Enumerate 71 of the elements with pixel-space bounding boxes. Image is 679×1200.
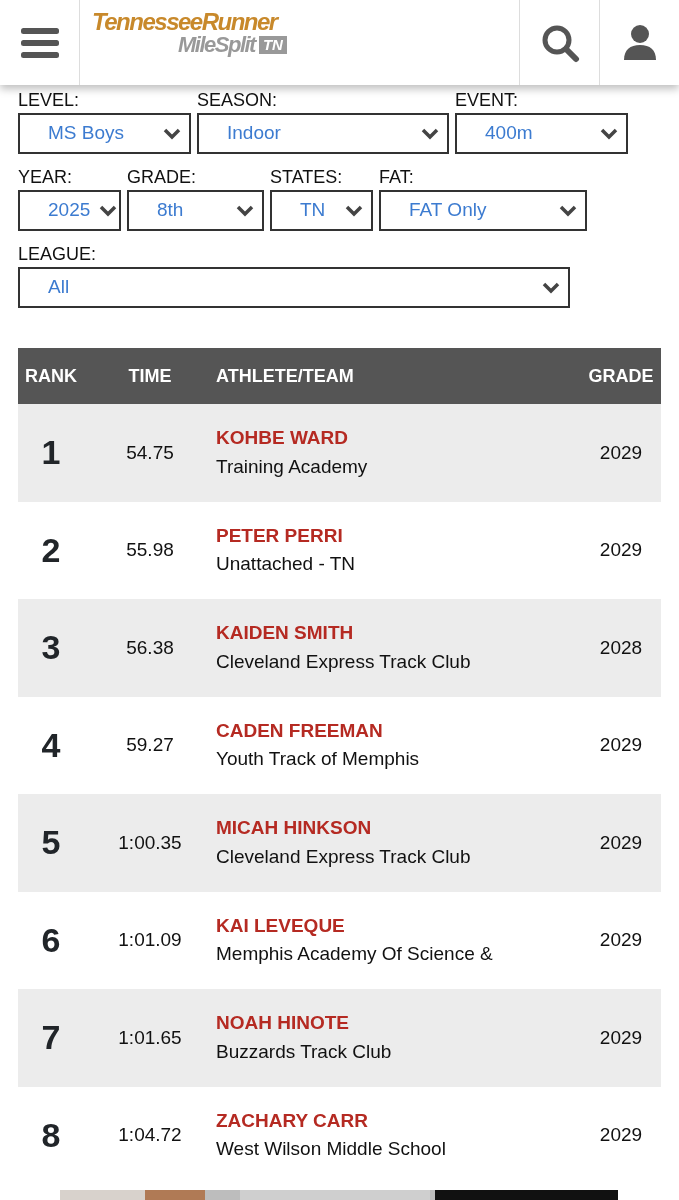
team-name: Cleveland Express Track Club xyxy=(216,650,471,672)
grade-cell: 2029 xyxy=(599,1124,643,1145)
athlete-link[interactable]: KAIDEN SMITH xyxy=(216,622,354,644)
time-cell: 59.27 xyxy=(126,734,174,755)
team-name: Unattached - TN xyxy=(216,553,356,575)
filter-select[interactable]: 400m xyxy=(455,113,628,154)
athlete-link[interactable]: MICAH HINKSON xyxy=(216,817,372,839)
chevron-icon xyxy=(421,127,439,140)
column-header: ATHLETE/TEAM xyxy=(216,365,354,386)
rank-cell: 2 xyxy=(41,530,61,569)
filter-select[interactable]: TN xyxy=(270,190,373,231)
grade-cell: 2029 xyxy=(599,539,643,560)
chevron-icon xyxy=(559,204,577,217)
time-cell: 1:01.09 xyxy=(118,929,182,950)
user-icon[interactable] xyxy=(622,23,657,62)
time-cell: 56.38 xyxy=(126,636,174,658)
time-cell: 1:00.35 xyxy=(118,831,182,853)
athlete-link[interactable]: PETER PERRI xyxy=(216,524,343,546)
time-cell: 1:01.65 xyxy=(118,1026,182,1048)
chevron-icon xyxy=(163,127,181,140)
rank-cell: 8 xyxy=(41,1115,61,1154)
filter-label: YEAR: xyxy=(18,167,73,187)
filter-select[interactable]: Indoor xyxy=(197,113,449,154)
rank-cell: 3 xyxy=(41,628,61,667)
team-name: Cleveland Express Track Club xyxy=(216,845,471,867)
rank-cell: 4 xyxy=(41,725,61,764)
rank-cell: 6 xyxy=(41,920,61,959)
athlete-link[interactable]: NOAH HINOTE xyxy=(216,1012,349,1034)
column-header: RANK xyxy=(25,365,77,386)
time-cell: 55.98 xyxy=(126,539,174,560)
time-cell: 1:04.72 xyxy=(118,1124,182,1145)
chevron-icon xyxy=(542,281,560,294)
filter-label: LEVEL: xyxy=(18,90,80,110)
column-header: TIME xyxy=(128,365,172,386)
athlete-link[interactable]: ZACHARY CARR xyxy=(216,1109,368,1131)
filter-label: FAT: xyxy=(379,167,414,187)
athlete-link[interactable]: KAI LEVEQUE xyxy=(216,914,345,936)
filter-select[interactable]: All xyxy=(18,267,570,308)
filter-label: LEAGUE: xyxy=(18,244,97,264)
filter-select[interactable]: MS Boys xyxy=(18,113,191,154)
team-name: West Wilson Middle School xyxy=(216,1138,446,1160)
grade-cell: 2029 xyxy=(599,734,643,755)
filter-label: SEASON: xyxy=(197,90,278,110)
site-logo[interactable]: TennesseeRunner MileSplit TN xyxy=(92,10,287,56)
athlete-link[interactable]: KOHBE WARD xyxy=(216,427,348,449)
time-cell: 54.75 xyxy=(126,441,174,463)
grade-cell: 2029 xyxy=(599,831,643,853)
filter-label: STATES: xyxy=(270,167,343,187)
filter-select[interactable]: 2025 xyxy=(18,190,121,231)
rank-cell: 7 xyxy=(41,1018,61,1057)
chevron-icon xyxy=(345,204,363,217)
menu-icon[interactable] xyxy=(20,27,59,58)
team-name: Youth Track of Memphis xyxy=(216,748,420,770)
chevron-icon xyxy=(600,127,618,140)
athlete-link[interactable]: CADEN FREEMAN xyxy=(216,719,383,741)
column-header: GRADE xyxy=(588,365,654,386)
filter-label: EVENT: xyxy=(455,90,519,110)
chevron-icon xyxy=(236,204,254,217)
grade-cell: 2029 xyxy=(599,1026,643,1048)
team-name: Buzzards Track Club xyxy=(216,1040,392,1062)
filter-label: GRADE: xyxy=(127,167,196,187)
team-name: Memphis Academy Of Science & xyxy=(216,943,493,965)
rank-cell: 1 xyxy=(41,433,61,472)
chevron-icon xyxy=(99,204,117,217)
grade-cell: 2029 xyxy=(599,929,643,950)
filter-select[interactable]: FAT Only xyxy=(379,190,587,231)
rank-cell: 5 xyxy=(41,823,61,862)
grade-cell: 2028 xyxy=(599,636,643,658)
filter-select[interactable]: 8th xyxy=(127,190,264,231)
team-name: Training Academy xyxy=(216,455,368,477)
grade-cell: 2029 xyxy=(599,441,643,463)
